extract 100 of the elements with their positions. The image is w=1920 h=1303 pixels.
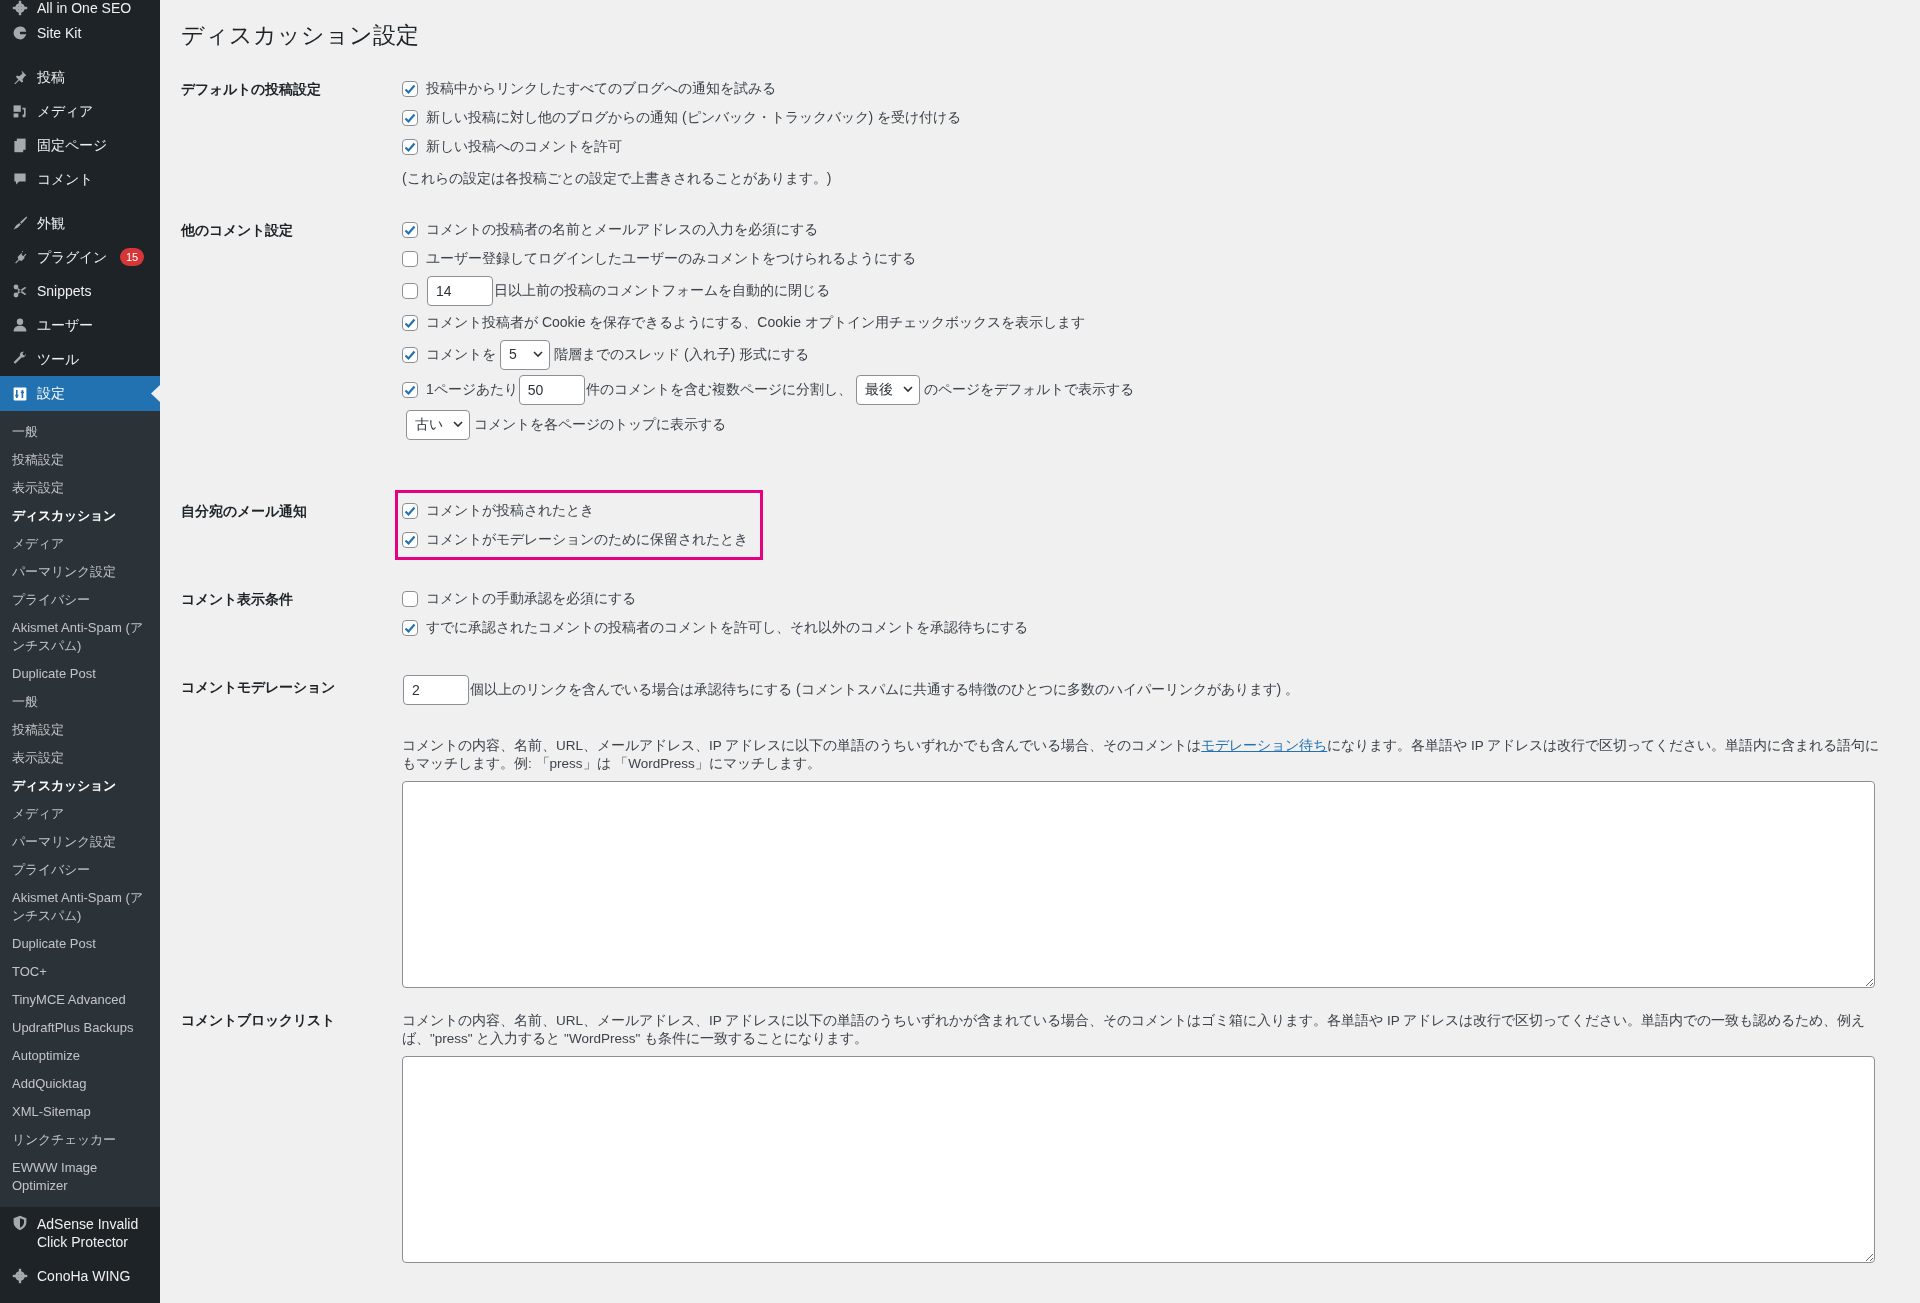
menu-item[interactable]: All in One SEO (0, 0, 160, 16)
submenu-item[interactable]: Duplicate Post (0, 660, 160, 688)
checkbox[interactable] (402, 109, 418, 126)
menu-item[interactable]: コメント (0, 162, 160, 196)
submenu-item[interactable]: EWWW Image Optimizer (0, 1154, 160, 1200)
submenu-item[interactable]: 表示設定 (0, 474, 160, 502)
option-label: コメントがモデレーションのために保留されたとき (426, 530, 748, 549)
section-label: コメント表示条件 (181, 590, 294, 609)
option-label: 投稿中からリンクしたすべてのブログへの通知を試みる (426, 79, 776, 98)
section-label: コメントモデレーション (181, 678, 336, 697)
comment-icon (12, 171, 28, 187)
section-label: 他のコメント設定 (181, 221, 294, 240)
checkbox[interactable] (402, 502, 418, 519)
menu-item[interactable]: ユーザー (0, 308, 160, 342)
checkbox[interactable] (402, 619, 418, 636)
checkbox[interactable] (402, 346, 418, 363)
submenu-item[interactable]: TOC+ (0, 958, 160, 986)
submenu-item[interactable]: メディア (0, 800, 160, 828)
submenu-item[interactable]: 投稿設定 (0, 446, 160, 474)
submenu-item[interactable]: Duplicate Post (0, 930, 160, 958)
section-label: コメントブロックリスト (181, 1011, 336, 1030)
option-label: 新しい投稿へのコメントを許可 (426, 137, 622, 156)
checkbox[interactable] (402, 80, 418, 97)
option-label: コメントを各ページのトップに表示する (474, 415, 726, 434)
menu-item[interactable]: Snippets (0, 274, 160, 308)
number-field[interactable]: 14 (427, 275, 493, 306)
option-label: 件のコメントを含む複数ページに分割し、 (585, 380, 852, 399)
scissors-icon (12, 283, 28, 299)
submenu-item[interactable]: ディスカッション (0, 772, 160, 800)
submenu-item[interactable]: TinyMCE Advanced (0, 986, 160, 1014)
option-label: 1ページあたり (426, 380, 518, 399)
submenu-item[interactable]: プライバシー (0, 856, 160, 884)
chevron-down-icon (533, 351, 543, 358)
menu-item[interactable]: ツール (0, 342, 160, 376)
submenu-item[interactable]: UpdraftPlus Backups (0, 1014, 160, 1042)
submenu-item[interactable]: Autoptimize (0, 1042, 160, 1070)
menu-item[interactable]: 投稿 (0, 60, 160, 94)
submenu-item[interactable]: リンクチェッカー (0, 1126, 160, 1154)
submenu-item[interactable]: Akismet Anti-Spam (アンチスパム) (0, 614, 160, 660)
dropdown[interactable]: 最後 (855, 374, 920, 405)
checkbox[interactable] (402, 282, 418, 299)
dropdown[interactable]: 古い (406, 409, 470, 440)
submenu-item[interactable]: パーマリンク設定 (0, 558, 160, 586)
menu-item[interactable]: 設定 (0, 376, 160, 411)
pages-icon (12, 137, 28, 153)
option-label: コメントの手動承認を必須にする (426, 589, 636, 608)
number-field[interactable]: 50 (518, 374, 585, 405)
option-label: 日以上前の投稿のコメントフォームを自動的に閉じる (494, 281, 830, 300)
submenu-item[interactable]: 投稿設定 (0, 716, 160, 744)
submenu-item[interactable]: 表示設定 (0, 744, 160, 772)
description-text: コメントの内容、名前、URL、メールアドレス、IP アドレスに以下の単語のうちいずれかでも含んでいる場合、そのコメントはモデレーション待ち になります。各単語や IP アドレスは改行で区切ってください。単語内に含まれる語句にもマッチします。例: 「press」は 「WordPress」にマッチします。 (402, 737, 1881, 773)
submenu-item[interactable]: 一般 (0, 688, 160, 716)
checkbox[interactable] (402, 381, 418, 398)
menu-item[interactable]: AdSense Invalid Click Protector (0, 1207, 160, 1259)
option-label: コメントを (426, 345, 496, 364)
option-label: コメントの投稿者の名前とメールアドレスの入力を必須にする (426, 220, 818, 239)
submenu-item[interactable]: パーマリンク設定 (0, 828, 160, 856)
menu-item[interactable]: 固定ページ (0, 128, 160, 162)
option-label: ユーザー登録してログインしたユーザーのみコメントをつけられるようにする (426, 249, 916, 268)
option-label: のページをデフォルトで表示する (923, 380, 1134, 399)
checkbox[interactable] (402, 531, 418, 548)
submenu-item[interactable]: ディスカッション (0, 502, 160, 530)
menu-item[interactable]: プラグイン 15 (0, 240, 160, 274)
option-label: すでに承認されたコメントの投稿者のコメントを許可し、それ以外のコメントを承認待ちにする (426, 618, 1028, 637)
link[interactable]: モデレーション待ち (1201, 738, 1328, 753)
user-icon (12, 317, 28, 333)
count-badge: 15 (120, 248, 145, 266)
checkbox[interactable] (402, 221, 418, 238)
submenu-item[interactable]: Akismet Anti-Spam (アンチスパム) (0, 884, 160, 930)
option-label: 個以上のリンクを含んでいる場合は承認待ちにする (コメントスパムに共通する特徴のひとつに多数のハイパーリンクがあります) 。 (470, 680, 1300, 699)
page-title: ディスカッション設定 (181, 21, 420, 50)
note-text: (これらの設定は各投稿ごとの設定で上書きされることがあります。) (402, 168, 833, 188)
menu-item[interactable]: メディア (0, 94, 160, 128)
menu-item[interactable]: ConoHa WING (0, 1259, 160, 1293)
section-label: 自分宛のメール通知 (181, 502, 308, 521)
plug-icon (12, 249, 28, 265)
submenu-item[interactable]: 一般 (0, 418, 160, 446)
submenu-item[interactable]: XML-Sitemap (0, 1098, 160, 1126)
option-label: 階層までのスレッド (入れ子) 形式にする (554, 345, 810, 364)
submenu-item[interactable]: プライバシー (0, 586, 160, 614)
checkbox[interactable] (402, 138, 418, 155)
media-icon (12, 103, 28, 119)
pin-icon (12, 69, 28, 85)
number-field[interactable]: 2 (403, 674, 469, 705)
chevron-down-icon (453, 421, 463, 428)
submenu-item[interactable]: メディア (0, 530, 160, 558)
menu-item[interactable]: Site Kit (0, 16, 160, 50)
submenu-item[interactable]: AddQuicktag (0, 1070, 160, 1098)
option-label: コメントが投稿されたとき (426, 501, 594, 520)
checkbox[interactable] (402, 590, 418, 607)
section-label: デフォルトの投稿設定 (181, 80, 322, 99)
option-label: 新しい投稿に対し他のブログからの通知 (ピンバック・トラックバック) を受け付ける (426, 108, 962, 127)
description-text: コメントの内容、名前、URL、メールアドレス、IP アドレスに以下の単語のうちいずれかが含まれている場合、そのコメントはゴミ箱に入ります。各単語や IP アドレスは改行で区切ってください。単語内での一致も認めるため、例えば、"press" と入力すると "WordPress" も条件に一致することになります。 (402, 1012, 1867, 1048)
settings-icon (12, 385, 28, 402)
checkbox[interactable] (402, 314, 418, 331)
menu-item[interactable]: 外観 (0, 206, 160, 240)
brush-icon (12, 215, 28, 231)
dropdown[interactable]: 5 (500, 339, 550, 370)
chevron-down-icon (902, 386, 913, 393)
checkbox[interactable] (402, 250, 418, 267)
